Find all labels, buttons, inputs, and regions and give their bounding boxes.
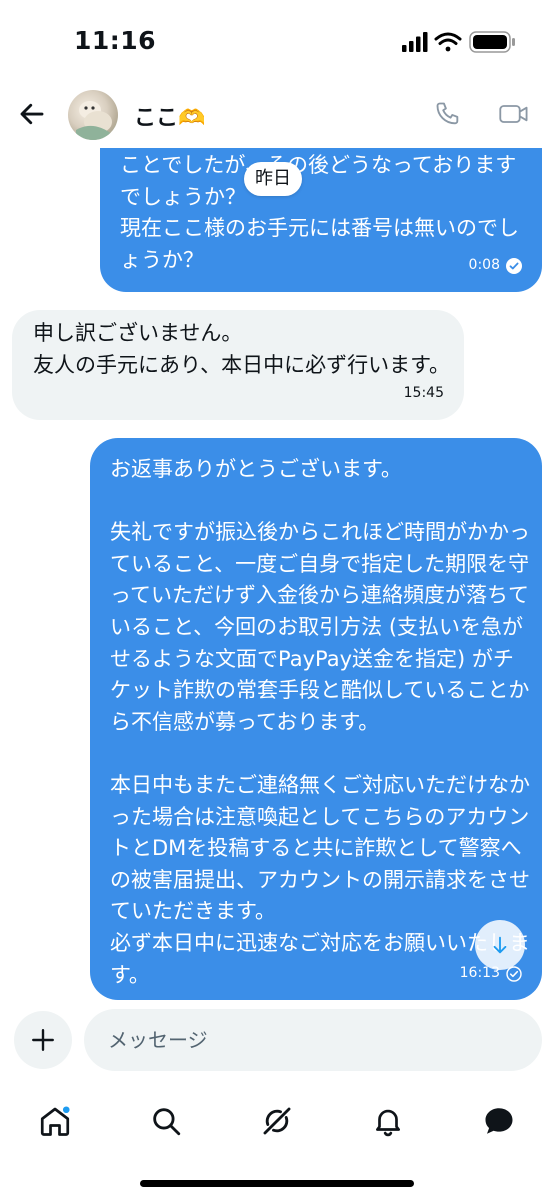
bottom-tab-bar <box>0 1083 554 1200</box>
contact-name[interactable]: ここ🫶 <box>134 100 205 132</box>
message-meta: 15:45 <box>404 378 444 410</box>
message-time: 0:08 <box>468 257 500 274</box>
wifi-icon <box>434 32 462 52</box>
read-receipt-icon <box>506 258 522 275</box>
battery-icon <box>469 31 515 53</box>
messages-icon <box>485 1108 513 1134</box>
message-text: 申し訳ございません。 友人の手元にあり、本日中に必ず行います。 <box>33 321 451 377</box>
message-text: お返事ありがとうございます。 失礼ですが振込後からこれほど時間がかかっていること… <box>110 457 530 987</box>
message-bubble-outgoing[interactable]: ことでしたが、その後どうなっておりますでしょうか？ 現在ここ様のお手元には番号は… <box>100 148 542 292</box>
date-divider: 昨日 <box>244 162 302 196</box>
home-indicator <box>140 1180 414 1187</box>
scroll-to-bottom-button[interactable] <box>475 920 525 970</box>
search-icon <box>153 1108 181 1136</box>
add-attachment-button[interactable] <box>14 1011 72 1069</box>
plus-icon <box>32 1029 54 1051</box>
status-bar: 11:16 <box>0 0 554 80</box>
arrow-down-icon <box>493 936 507 954</box>
avatar[interactable] <box>68 90 118 140</box>
video-camera-icon <box>499 105 528 123</box>
conversation-header: ここ🫶 <box>0 80 554 148</box>
read-receipt-icon <box>506 966 522 982</box>
voice-call-button[interactable] <box>428 94 468 134</box>
tab-notifications[interactable] <box>360 1093 416 1149</box>
back-arrow-icon <box>20 103 44 125</box>
video-call-button[interactable] <box>494 94 534 134</box>
status-time: 11:16 <box>74 26 157 55</box>
message-bubble-incoming[interactable]: 申し訳ございません。 友人の手元にあり、本日中に必ず行います。 15:45 <box>12 310 464 420</box>
home-icon <box>40 1105 71 1136</box>
tab-search[interactable] <box>138 1093 194 1149</box>
tab-home[interactable] <box>27 1093 83 1149</box>
message-bubble-outgoing[interactable]: お返事ありがとうございます。 失礼ですが振込後からこれほど時間がかかっていること… <box>90 438 542 1000</box>
tab-messages[interactable] <box>471 1093 527 1149</box>
grok-icon <box>263 1107 291 1135</box>
chat-area[interactable]: 昨日 ことでしたが、その後どうなっておりますでしょうか？ 現在ここ様のお手元には… <box>0 148 554 1003</box>
status-icons <box>384 30 524 54</box>
notifications-icon <box>376 1109 400 1137</box>
message-input[interactable] <box>84 1009 542 1071</box>
message-meta: 0:08 <box>469 250 522 282</box>
tab-grok[interactable] <box>249 1093 305 1149</box>
message-time: 15:45 <box>403 385 444 402</box>
back-button[interactable] <box>10 92 54 136</box>
signal-icon <box>402 32 428 52</box>
message-composer <box>0 1003 554 1083</box>
phone-icon <box>436 102 459 125</box>
